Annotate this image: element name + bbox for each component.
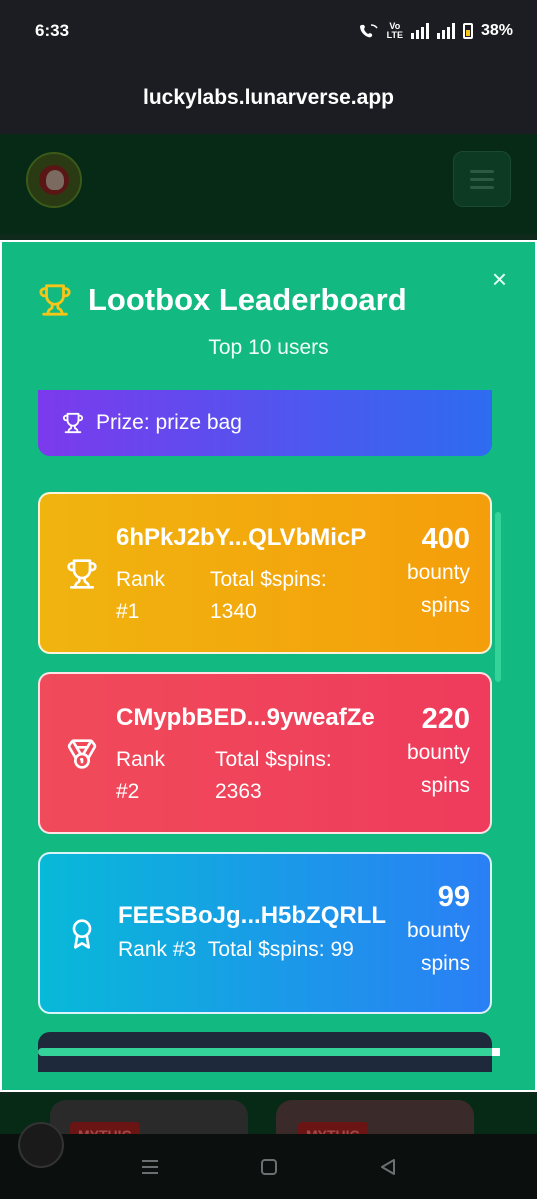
status-time: 6:33 xyxy=(35,21,70,40)
signal-2-icon xyxy=(436,23,455,39)
modal-header: Lootbox Leaderboard xyxy=(38,282,407,318)
leaderboard-entry: CMypbBED...9yweafZe Rank #2 Total $spins… xyxy=(38,672,492,834)
signal-1-icon xyxy=(410,23,429,39)
scrollbar-corner xyxy=(492,1048,500,1056)
entry-rank: Rank #3 xyxy=(118,938,197,961)
entry-bounty: 99 bounty spins xyxy=(380,880,470,980)
entry-address: 6hPkJ2bY...QLVbMicP xyxy=(116,524,367,551)
fingerprint-icon[interactable] xyxy=(18,1122,64,1168)
modal-title: Lootbox Leaderboard xyxy=(88,282,407,317)
bounty-label: bounty spins xyxy=(406,919,470,975)
bounty-label: bounty spins xyxy=(406,741,470,797)
vertical-scrollbar[interactable] xyxy=(495,512,501,682)
bounty-count: 99 xyxy=(437,881,470,913)
trophy-icon xyxy=(67,559,97,589)
entry-address: FEESBoJg...H5bZQRLL xyxy=(118,902,387,929)
back-icon[interactable] xyxy=(378,1157,398,1177)
prize-label: Prize: prize bag xyxy=(96,411,242,434)
entry-rank-and-total: Rank #3 Total $spins: 99 xyxy=(118,938,354,962)
battery-icon xyxy=(462,23,473,39)
award-icon xyxy=(72,919,92,949)
leaderboard-entry: 6hPkJ2bY...QLVbMicP Rank #1 Total $spins… xyxy=(38,492,492,654)
close-button[interactable]: × xyxy=(492,266,507,292)
bounty-count: 220 xyxy=(421,703,470,735)
site-logo[interactable] xyxy=(26,152,82,208)
site-header xyxy=(0,134,537,234)
trophy-icon xyxy=(39,284,71,316)
bounty-label: bounty spins xyxy=(406,561,470,617)
leaderboard-entry: FEESBoJg...H5bZQRLL Rank #3 Total $spins… xyxy=(38,852,492,1014)
entry-rank: Rank #2 xyxy=(116,748,166,803)
status-icons: Vo LTE 38% xyxy=(359,22,513,40)
trophy-icon xyxy=(62,412,84,434)
medal-icon xyxy=(67,739,97,769)
bounty-count: 400 xyxy=(421,523,470,555)
home-icon[interactable] xyxy=(259,1157,279,1177)
hamburger-icon xyxy=(470,169,494,173)
entry-total-spins: Total $spins: 2363 xyxy=(215,748,332,803)
wifi-call-icon xyxy=(359,24,378,38)
entry-bounty: 400 bounty spins xyxy=(380,522,470,622)
entry-address: CMypbBED...9yweafZe xyxy=(116,704,375,731)
entry-total-spins: Total $spins: 1340 xyxy=(210,568,327,623)
address-bar[interactable]: luckylabs.lunarverse.app xyxy=(0,62,537,134)
entry-bounty: 220 bounty spins xyxy=(380,702,470,802)
status-bar: 6:33 Vo LTE 38% xyxy=(0,0,537,62)
network-type: Vo LTE xyxy=(386,21,403,40)
horizontal-scrollbar[interactable] xyxy=(38,1048,498,1056)
entry-rank: Rank #1 xyxy=(116,568,166,623)
battery-percent: 38% xyxy=(480,22,513,39)
prize-banner: Prize: prize bag xyxy=(38,390,492,456)
modal-subtitle: Top 10 users xyxy=(208,336,329,359)
hamburger-menu-button[interactable] xyxy=(453,151,511,207)
system-nav-bar xyxy=(0,1134,537,1199)
entry-total-spins: Total $spins: 99 xyxy=(207,938,354,961)
recent-apps-icon[interactable] xyxy=(140,1158,160,1176)
url-text: luckylabs.lunarverse.app xyxy=(143,86,394,109)
leaderboard-modal: × Lootbox Leaderboard Top 10 users Prize… xyxy=(0,240,537,1092)
